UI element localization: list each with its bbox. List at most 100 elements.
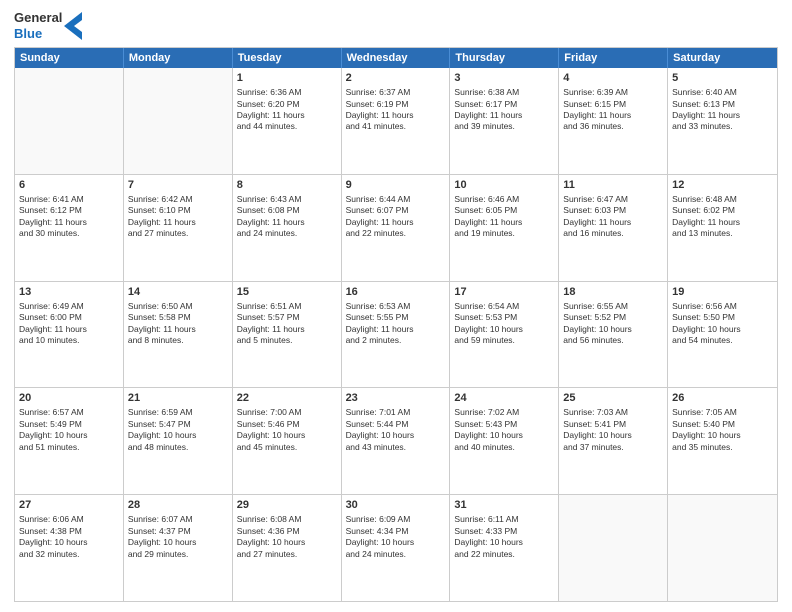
sunset-line: Sunset: 6:13 PM: [672, 99, 773, 110]
logo: General Blue: [14, 10, 82, 41]
daylight-line: and 16 minutes.: [563, 228, 663, 239]
daylight-line: and 45 minutes.: [237, 442, 337, 453]
daylight-line: Daylight: 10 hours: [672, 324, 773, 335]
daylight-line: Daylight: 10 hours: [563, 324, 663, 335]
day-number: 14: [128, 285, 228, 300]
calendar-day-26: 26Sunrise: 7:05 AMSunset: 5:40 PMDayligh…: [668, 388, 777, 494]
header-day-wednesday: Wednesday: [342, 48, 451, 68]
sunrise-line: Sunrise: 6:53 AM: [346, 301, 446, 312]
sunset-line: Sunset: 4:37 PM: [128, 526, 228, 537]
header-day-saturday: Saturday: [668, 48, 777, 68]
daylight-line: Daylight: 11 hours: [128, 217, 228, 228]
daylight-line: Daylight: 10 hours: [563, 430, 663, 441]
calendar-day-30: 30Sunrise: 6:09 AMSunset: 4:34 PMDayligh…: [342, 495, 451, 601]
sunset-line: Sunset: 5:57 PM: [237, 312, 337, 323]
daylight-line: and 24 minutes.: [237, 228, 337, 239]
daylight-line: and 56 minutes.: [563, 335, 663, 346]
day-number: 15: [237, 285, 337, 300]
header-day-monday: Monday: [124, 48, 233, 68]
sunset-line: Sunset: 6:15 PM: [563, 99, 663, 110]
daylight-line: and 29 minutes.: [128, 549, 228, 560]
day-number: 8: [237, 178, 337, 193]
daylight-line: Daylight: 11 hours: [346, 217, 446, 228]
daylight-line: and 24 minutes.: [346, 549, 446, 560]
calendar-day-27: 27Sunrise: 6:06 AMSunset: 4:38 PMDayligh…: [15, 495, 124, 601]
sunrise-line: Sunrise: 7:01 AM: [346, 407, 446, 418]
header-day-tuesday: Tuesday: [233, 48, 342, 68]
calendar-row: 13Sunrise: 6:49 AMSunset: 6:00 PMDayligh…: [15, 281, 777, 388]
daylight-line: and 33 minutes.: [672, 121, 773, 132]
daylight-line: Daylight: 10 hours: [19, 430, 119, 441]
calendar-day-19: 19Sunrise: 6:56 AMSunset: 5:50 PMDayligh…: [668, 282, 777, 388]
day-number: 23: [346, 391, 446, 406]
daylight-line: and 27 minutes.: [237, 549, 337, 560]
sunset-line: Sunset: 5:46 PM: [237, 419, 337, 430]
calendar-day-22: 22Sunrise: 7:00 AMSunset: 5:46 PMDayligh…: [233, 388, 342, 494]
calendar-empty-cell: [668, 495, 777, 601]
sunrise-line: Sunrise: 6:08 AM: [237, 514, 337, 525]
sunrise-line: Sunrise: 6:41 AM: [19, 194, 119, 205]
sunset-line: Sunset: 6:07 PM: [346, 205, 446, 216]
sunset-line: Sunset: 6:20 PM: [237, 99, 337, 110]
sunrise-line: Sunrise: 6:55 AM: [563, 301, 663, 312]
daylight-line: and 22 minutes.: [454, 549, 554, 560]
day-number: 20: [19, 391, 119, 406]
day-number: 10: [454, 178, 554, 193]
calendar-day-23: 23Sunrise: 7:01 AMSunset: 5:44 PMDayligh…: [342, 388, 451, 494]
daylight-line: Daylight: 11 hours: [672, 110, 773, 121]
day-number: 2: [346, 71, 446, 86]
sunset-line: Sunset: 6:10 PM: [128, 205, 228, 216]
daylight-line: Daylight: 11 hours: [19, 217, 119, 228]
sunrise-line: Sunrise: 6:38 AM: [454, 87, 554, 98]
sunset-line: Sunset: 5:55 PM: [346, 312, 446, 323]
header: General Blue: [14, 10, 778, 41]
calendar-day-12: 12Sunrise: 6:48 AMSunset: 6:02 PMDayligh…: [668, 175, 777, 281]
sunrise-line: Sunrise: 6:44 AM: [346, 194, 446, 205]
day-number: 6: [19, 178, 119, 193]
calendar-day-9: 9Sunrise: 6:44 AMSunset: 6:07 PMDaylight…: [342, 175, 451, 281]
sunset-line: Sunset: 6:12 PM: [19, 205, 119, 216]
calendar: SundayMondayTuesdayWednesdayThursdayFrid…: [14, 47, 778, 602]
calendar-day-3: 3Sunrise: 6:38 AMSunset: 6:17 PMDaylight…: [450, 68, 559, 174]
calendar-day-1: 1Sunrise: 6:36 AMSunset: 6:20 PMDaylight…: [233, 68, 342, 174]
day-number: 4: [563, 71, 663, 86]
daylight-line: and 32 minutes.: [19, 549, 119, 560]
daylight-line: and 36 minutes.: [563, 121, 663, 132]
daylight-line: Daylight: 11 hours: [237, 217, 337, 228]
sunrise-line: Sunrise: 6:57 AM: [19, 407, 119, 418]
day-number: 9: [346, 178, 446, 193]
sunrise-line: Sunrise: 7:03 AM: [563, 407, 663, 418]
sunset-line: Sunset: 6:00 PM: [19, 312, 119, 323]
daylight-line: and 51 minutes.: [19, 442, 119, 453]
calendar-day-28: 28Sunrise: 6:07 AMSunset: 4:37 PMDayligh…: [124, 495, 233, 601]
header-day-thursday: Thursday: [450, 48, 559, 68]
day-number: 30: [346, 498, 446, 513]
daylight-line: Daylight: 10 hours: [346, 430, 446, 441]
day-number: 26: [672, 391, 773, 406]
sunrise-line: Sunrise: 6:09 AM: [346, 514, 446, 525]
calendar-row: 27Sunrise: 6:06 AMSunset: 4:38 PMDayligh…: [15, 494, 777, 601]
calendar-day-18: 18Sunrise: 6:55 AMSunset: 5:52 PMDayligh…: [559, 282, 668, 388]
calendar-day-17: 17Sunrise: 6:54 AMSunset: 5:53 PMDayligh…: [450, 282, 559, 388]
sunset-line: Sunset: 5:43 PM: [454, 419, 554, 430]
daylight-line: Daylight: 10 hours: [454, 324, 554, 335]
page: General Blue SundayMondayTuesdayWednesda…: [0, 0, 792, 612]
day-number: 12: [672, 178, 773, 193]
sunrise-line: Sunrise: 6:54 AM: [454, 301, 554, 312]
daylight-line: Daylight: 10 hours: [454, 537, 554, 548]
sunset-line: Sunset: 5:53 PM: [454, 312, 554, 323]
daylight-line: and 41 minutes.: [346, 121, 446, 132]
calendar-day-2: 2Sunrise: 6:37 AMSunset: 6:19 PMDaylight…: [342, 68, 451, 174]
daylight-line: Daylight: 11 hours: [237, 324, 337, 335]
header-day-sunday: Sunday: [15, 48, 124, 68]
sunset-line: Sunset: 5:41 PM: [563, 419, 663, 430]
sunrise-line: Sunrise: 6:51 AM: [237, 301, 337, 312]
calendar-day-21: 21Sunrise: 6:59 AMSunset: 5:47 PMDayligh…: [124, 388, 233, 494]
daylight-line: Daylight: 10 hours: [128, 537, 228, 548]
calendar-day-14: 14Sunrise: 6:50 AMSunset: 5:58 PMDayligh…: [124, 282, 233, 388]
sunset-line: Sunset: 5:49 PM: [19, 419, 119, 430]
daylight-line: and 44 minutes.: [237, 121, 337, 132]
daylight-line: and 13 minutes.: [672, 228, 773, 239]
sunrise-line: Sunrise: 6:07 AM: [128, 514, 228, 525]
calendar-empty-cell: [15, 68, 124, 174]
